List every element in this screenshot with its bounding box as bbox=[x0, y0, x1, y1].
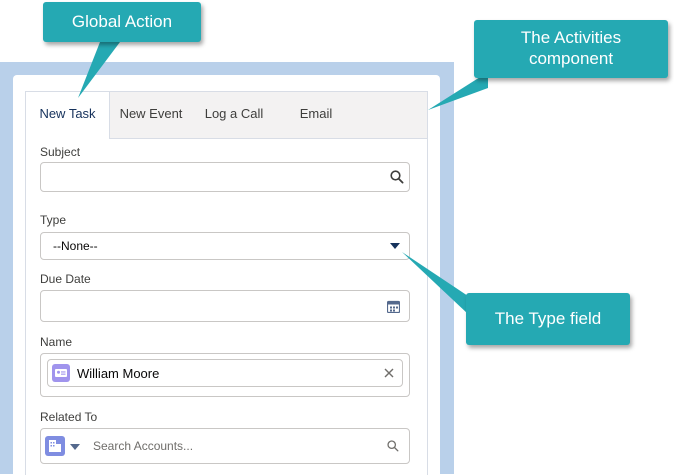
callout-activities-component: The Activities component bbox=[474, 20, 668, 78]
callout-activities-line2: component bbox=[528, 49, 614, 68]
callout-type-field: The Type field bbox=[466, 293, 630, 345]
callout-activities-line1: The Activities bbox=[520, 28, 622, 47]
global-action-pointer bbox=[78, 42, 120, 98]
callout-global-action: Global Action bbox=[43, 2, 201, 42]
type-field-pointer bbox=[402, 252, 468, 314]
